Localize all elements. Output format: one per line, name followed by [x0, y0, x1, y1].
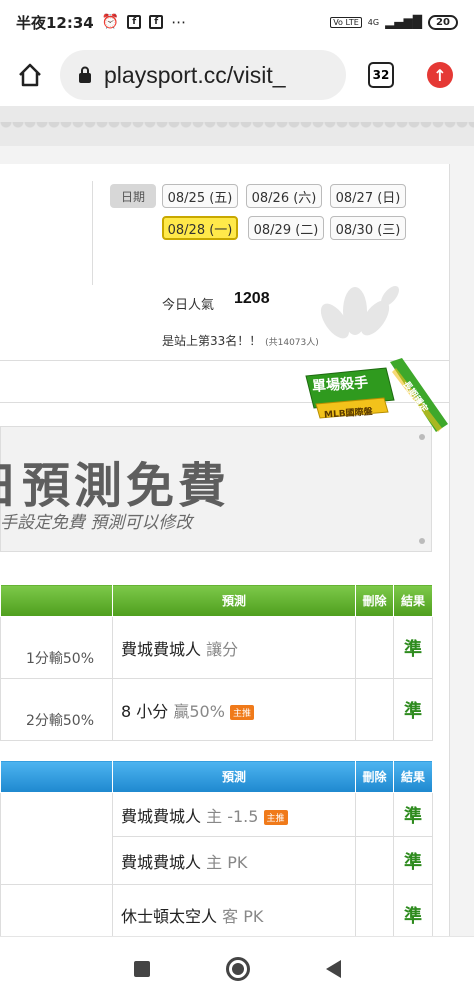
lock-icon: [79, 66, 91, 83]
date-label: 日期: [110, 184, 156, 208]
system-nav-bar: [0, 936, 474, 1000]
badge-main-text: 單場殺手: [311, 375, 369, 395]
prediction-table-1: 預測 刪除 結果 1分輸50% 費城費城人 讓分 準 2分輸50% 8 小分 贏…: [0, 584, 433, 741]
delete-cell: [355, 836, 394, 885]
divider: [92, 181, 93, 285]
pick-cell: 費城費城人 主 PK: [112, 836, 356, 885]
rank-text: 是站上第33名！！ (共14073人): [162, 332, 319, 349]
pick-cell: 費城費城人 主 -1.5 主推: [112, 792, 356, 837]
alarm-icon: ⏰: [101, 14, 120, 30]
home-button[interactable]: [0, 44, 60, 106]
date-0827[interactable]: 08/27 (日): [330, 184, 406, 208]
header-blank: [0, 760, 113, 793]
pick-cell: 休士頓太空人 客 PK: [112, 884, 356, 936]
header-result: 結果: [393, 584, 433, 617]
result-cell: 準: [393, 678, 433, 741]
popularity-value: 1208: [234, 290, 270, 307]
delete-cell: [355, 792, 394, 837]
browser-toolbar: playsport.cc/visit_ 32 ↑: [0, 44, 474, 106]
banner-rivet: [419, 434, 425, 440]
more-notifications-icon: ⋯: [171, 13, 187, 31]
table-row: 費城費城人 主 -1.5 主推 準: [0, 792, 433, 885]
date-0830[interactable]: 08/30 (三): [330, 216, 406, 240]
pick-team: 費城費城人: [121, 852, 202, 872]
header-blank: [0, 584, 113, 617]
pick-extra: 贏50%: [173, 701, 225, 721]
pick-extra: 讓分: [206, 639, 239, 659]
status-bar: 半夜12:34 ⏰ f f ⋯ Vo LTE 4G ▂▄▆█ 20: [0, 0, 474, 44]
date-0825[interactable]: 08/25 (五): [162, 184, 238, 208]
result-cell: 準: [393, 884, 433, 936]
header-prediction: 預測: [112, 760, 356, 793]
matchup-cell: [0, 792, 113, 885]
result-cell: 準: [393, 616, 433, 679]
facebook-icon-2: f: [149, 15, 164, 29]
header-result: 結果: [393, 760, 433, 793]
pick-extra: 主 PK: [206, 852, 248, 872]
tab-count: 32: [368, 62, 394, 88]
battery-icon: 20: [428, 14, 458, 30]
back-button[interactable]: [325, 959, 341, 978]
pick-team: 費城費城人: [121, 806, 202, 826]
pick-extra: 主 -1.5: [206, 806, 259, 826]
main-pick-tag: 主推: [263, 809, 288, 825]
rank-sub: (共14073人): [265, 338, 319, 348]
tabs-button[interactable]: 32: [346, 44, 416, 106]
table-header-row: 預測 刪除 結果: [0, 760, 433, 793]
matchup-cell: [0, 884, 113, 936]
network-label: 4G: [367, 17, 380, 27]
pick-team: 費城費城人: [121, 639, 202, 659]
web-page: 日期 08/25 (五) 08/26 (六) 08/27 (日) 08/28 (…: [0, 106, 474, 936]
score-cell: 2分輸50%: [0, 678, 113, 741]
table-row: 2分輸50% 8 小分 贏50% 主推 準: [0, 678, 433, 741]
date-0826[interactable]: 08/26 (六): [246, 184, 322, 208]
score-cell: 1分輸50%: [0, 616, 113, 679]
pick-cell: 8 小分 贏50% 主推: [112, 678, 356, 741]
table-header-row: 預測 刪除 結果: [0, 584, 433, 617]
home-icon: [19, 63, 41, 87]
delete-cell: [355, 616, 394, 679]
battery-level: 20: [436, 16, 450, 28]
pick-extra: 客 PK: [222, 906, 264, 926]
home-nav-button[interactable]: [225, 956, 250, 981]
table-row: 1分輸50% 費城費城人 讓分 準: [0, 616, 433, 679]
scallop-edge: [0, 122, 474, 134]
table-row: 休士頓太空人 客 PK 準: [0, 884, 433, 936]
status-time: 半夜12:34: [16, 13, 94, 32]
pick-team: 8 小分: [121, 701, 169, 721]
header-delete: 刪除: [355, 584, 394, 617]
date-0829[interactable]: 08/29 (二): [248, 216, 324, 240]
signal-icon: ▂▄▆█: [385, 15, 422, 29]
banner-title: 日預測免費: [0, 458, 231, 514]
facebook-icon: f: [127, 15, 142, 29]
banner-subtitle: 手設定免費 預測可以修改: [0, 513, 193, 533]
banner-rivet-2: [419, 538, 425, 544]
update-arrow-icon: ↑: [427, 62, 453, 88]
pick-team: 休士頓太空人: [121, 906, 218, 926]
rank-main: 是站上第33名！！: [162, 334, 262, 348]
date-0828-selected[interactable]: 08/28 (一): [162, 216, 238, 240]
update-button[interactable]: ↑: [416, 44, 464, 106]
prediction-table-2: 預測 刪除 結果 費城費城人 主 -1.5 主推 準 費城費城人 主 PK 準: [0, 760, 433, 936]
result-cell: 準: [393, 836, 433, 885]
main-pick-tag: 主推: [230, 704, 255, 720]
result-cell: 準: [393, 792, 433, 837]
header-prediction: 預測: [112, 584, 356, 617]
delete-cell: [355, 884, 394, 936]
popularity-label: 今日人氣: [162, 298, 215, 313]
volte-icon: Vo LTE: [330, 16, 362, 28]
header-delete: 刪除: [355, 760, 394, 793]
pick-cell: 費城費城人 讓分: [112, 616, 356, 679]
flower-decoration: [320, 286, 399, 339]
recents-button[interactable]: [133, 960, 150, 977]
delete-cell: [355, 678, 394, 741]
home-dot-icon: [231, 962, 244, 975]
address-bar[interactable]: playsport.cc/visit_: [60, 50, 346, 100]
url-text: playsport.cc/visit_: [104, 61, 286, 88]
